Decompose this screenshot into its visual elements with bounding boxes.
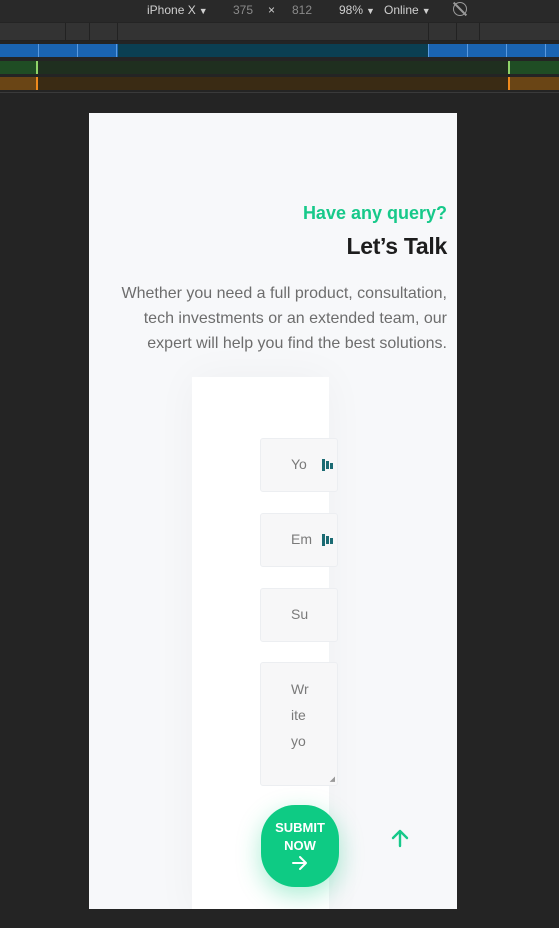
resize-handle-icon[interactable]: ◢ xyxy=(330,775,335,783)
subject-input[interactable]: Su xyxy=(260,588,338,642)
zoom-select[interactable]: 98% ▼ xyxy=(339,3,375,17)
media-query-bar-gray[interactable] xyxy=(0,23,559,41)
section-kicker: Have any query? xyxy=(302,203,447,223)
ruler-divider xyxy=(0,92,559,93)
device-viewport: Have any query? Let’s Talk Whether you n… xyxy=(89,113,457,909)
media-query-bar-range[interactable] xyxy=(0,77,559,90)
email-input[interactable]: Em xyxy=(260,513,338,567)
section-description: Whether you need a full product, consult… xyxy=(121,285,447,352)
message-placeholder: Write yo xyxy=(291,681,309,749)
caret-down-icon: ▼ xyxy=(198,6,208,16)
submit-label: SUBMIT NOW xyxy=(275,820,325,853)
media-query-bar-max-width[interactable] xyxy=(0,44,559,57)
arrow-right-icon xyxy=(292,856,307,870)
height-input[interactable]: 812 xyxy=(292,3,312,17)
caret-down-icon: ▼ xyxy=(421,6,431,16)
arrow-up-icon[interactable] xyxy=(389,827,411,849)
device-select[interactable]: iPhone X ▼ xyxy=(147,3,208,17)
zoom-label: 98% xyxy=(339,3,364,17)
section-title: Let’s Talk xyxy=(346,233,447,259)
throttle-select[interactable]: Online ▼ xyxy=(384,3,431,17)
password-manager-icon[interactable] xyxy=(322,533,334,547)
device-label: iPhone X xyxy=(147,3,196,17)
name-input[interactable]: Yo xyxy=(260,438,338,492)
subject-placeholder: Su xyxy=(291,606,309,622)
rotate-icon[interactable] xyxy=(453,2,467,16)
caret-down-icon: ▼ xyxy=(366,6,375,16)
message-textarea[interactable]: Write yo ◢ xyxy=(260,662,338,786)
name-placeholder: Yo xyxy=(291,456,307,472)
width-input[interactable]: 375 xyxy=(233,3,253,17)
throttle-label: Online xyxy=(384,3,419,17)
dimension-separator: × xyxy=(268,3,276,17)
email-placeholder: Em xyxy=(291,531,312,547)
device-toolbar: iPhone X ▼ 375 × 812 98% ▼ Online ▼ xyxy=(0,0,559,22)
password-manager-icon[interactable] xyxy=(322,458,334,472)
submit-button[interactable]: SUBMIT NOW xyxy=(261,805,339,887)
media-query-bar-min-width[interactable] xyxy=(0,61,559,74)
